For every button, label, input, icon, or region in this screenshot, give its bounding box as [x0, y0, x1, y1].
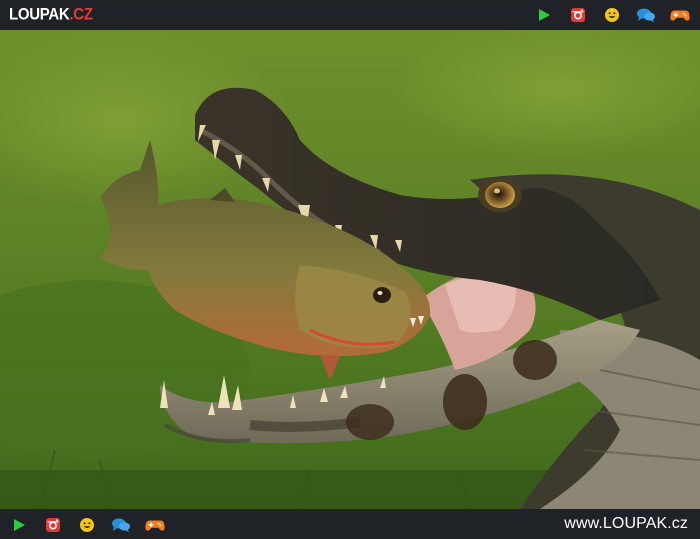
chat-icon[interactable]	[636, 5, 656, 25]
main-photo	[0, 30, 700, 509]
play-icon[interactable]	[534, 5, 554, 25]
logo-tld: CZ	[73, 5, 93, 24]
caiman-piranha-image	[0, 30, 700, 509]
smiley-icon[interactable]	[77, 515, 97, 535]
site-logo[interactable]: LOUPAK.CZ	[9, 5, 93, 24]
instagram-icon[interactable]	[43, 515, 63, 535]
chat-icon[interactable]	[111, 515, 131, 535]
play-icon[interactable]	[9, 515, 29, 535]
gamepad-icon[interactable]	[670, 5, 690, 25]
smiley-icon[interactable]	[602, 5, 622, 25]
gamepad-icon[interactable]	[145, 515, 165, 535]
bottom-bar: www.LOUPAK.cz	[0, 509, 700, 539]
top-bar: LOUPAK.CZ	[0, 0, 700, 30]
top-icon-nav	[534, 5, 690, 25]
bottom-icon-nav	[9, 515, 165, 535]
logo-main: LOUPAK	[9, 5, 70, 24]
site-url-link[interactable]: www.LOUPAK.cz	[564, 515, 688, 533]
instagram-icon[interactable]	[568, 5, 588, 25]
